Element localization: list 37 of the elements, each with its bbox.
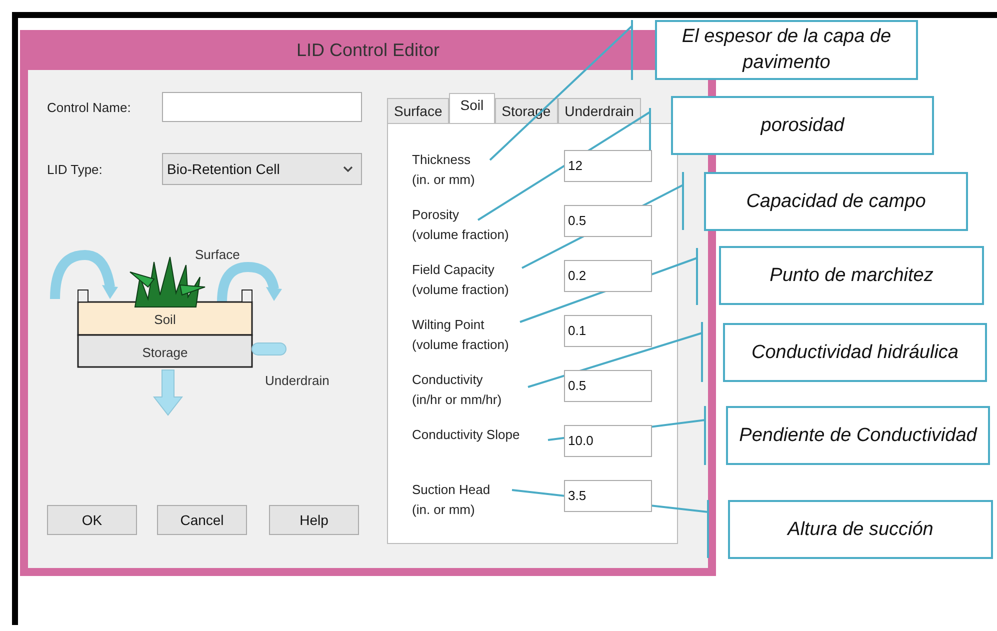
dialog-button[interactable]: Help	[269, 505, 359, 535]
annotation-callout: Pendiente de Conductividad	[726, 406, 990, 465]
parameter-field[interactable]: 12	[564, 150, 652, 182]
annotation-callout: Capacidad de campo	[704, 172, 968, 231]
annotation-callout: porosidad	[671, 96, 934, 155]
dialog-button[interactable]: Cancel	[157, 505, 247, 535]
control-name-field[interactable]	[162, 92, 362, 122]
parameter-label: Thickness (in. or mm)	[412, 151, 476, 189]
chevron-icon	[343, 166, 353, 172]
parameter-label: Conductivity Slope	[412, 426, 521, 444]
parameter-field[interactable]: 0.5	[564, 205, 652, 237]
parameter-field[interactable]: 0.5	[564, 370, 652, 402]
annotation-callout: Conductividad hidráulica	[723, 323, 987, 382]
dialog-button[interactable]: OK	[47, 505, 137, 535]
parameter-label: Suction Head (in. or mm)	[412, 481, 492, 519]
underdrain-label: Underdrain	[265, 373, 330, 388]
surface-label: Surface	[195, 247, 240, 262]
tab[interactable]: Soil	[449, 93, 495, 123]
soil-label: Soil	[154, 312, 176, 327]
parameter-field[interactable]: 0.2	[564, 260, 652, 292]
parameter-label: Field Capacity (volume fraction)	[412, 261, 510, 299]
lid-type-dropdown[interactable]: Bio-Retention Cell	[162, 153, 362, 185]
parameter-field[interactable]: 10.0	[564, 425, 652, 457]
window-title: LID Control Editor	[296, 40, 440, 60]
annotation-callout: Punto de marchitez	[719, 246, 984, 305]
annotation-callout: El espesor de la capa de pavimento	[655, 20, 918, 80]
parameter-label: Conductivity (in/hr or mm/hr)	[412, 371, 503, 409]
lid-type-label: LID Type:	[47, 162, 104, 176]
annotation-callout: Altura de succión	[728, 500, 993, 559]
storage-label: Storage	[142, 345, 188, 360]
parameter-field[interactable]: 3.5	[564, 480, 652, 512]
control-name-label: Control Name:	[47, 100, 132, 114]
tab[interactable]: Underdrain	[558, 98, 641, 123]
parameter-field[interactable]: 0.1	[564, 315, 652, 347]
parameter-label: Wilting Point (volume fraction)	[412, 316, 510, 354]
parameter-label: Porosity (volume fraction)	[412, 206, 510, 244]
tab[interactable]: Surface	[387, 98, 450, 123]
